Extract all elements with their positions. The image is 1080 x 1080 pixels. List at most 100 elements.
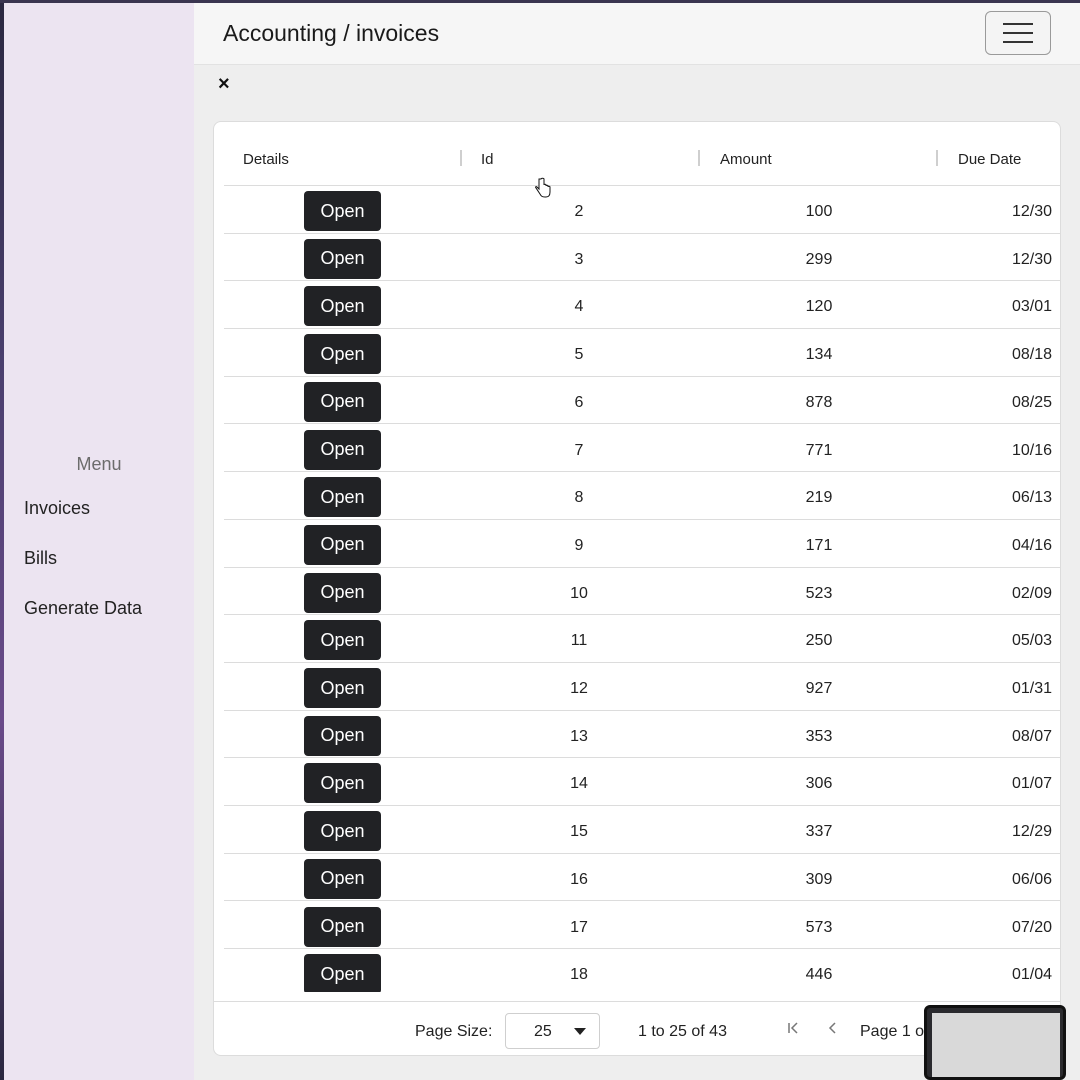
page-title: Accounting / invoices [223,20,440,46]
sidebar-item-invoices[interactable]: Invoices [24,498,90,519]
cell-due-date: 08/25 [1012,393,1053,411]
open-button[interactable]: Open [304,477,381,518]
open-button[interactable]: Open [304,381,381,422]
row-range-text: 1 to 25 of 43 [638,1023,727,1040]
open-button[interactable]: Open [304,620,381,661]
table-row: Open 8 219 06/13 [224,472,1060,520]
cell-id: 18 [570,966,588,984]
cell-amount: 309 [805,870,833,888]
cell-due-date: 06/13 [1012,489,1053,507]
cell-id: 7 [574,441,584,459]
cell-amount: 250 [805,632,833,650]
cell-id: 16 [570,870,588,888]
first-page-icon[interactable] [787,1019,801,1040]
hamburger-menu-icon [1003,32,1033,34]
table-row: Open 4 120 03/01 [224,281,1060,330]
cell-due-date: 05/03 [1012,632,1053,650]
open-button[interactable]: Open [304,572,381,613]
cell-id: 12 [570,680,588,697]
cell-due-date: 01/07 [1012,775,1053,793]
cell-id: 6 [574,393,584,411]
page-size-value: 25 [534,1023,552,1040]
menu-title: Menu [76,454,122,474]
cell-id: 3 [574,250,584,268]
cell-amount: 120 [805,298,833,316]
cell-amount: 523 [805,584,833,602]
cell-due-date: 10/16 [1012,441,1053,459]
table-row: Open 10 523 02/09 [224,568,1060,616]
table-row: Open 5 134 08/18 [224,329,1060,377]
cell-amount: 134 [805,346,833,364]
thumbnail-preview [932,1013,1060,1077]
cell-id: 13 [570,727,588,745]
cell-id: 15 [570,823,588,841]
cell-id: 2 [574,203,584,220]
column-header-amount[interactable]: Amount [720,151,772,168]
cell-id: 4 [574,298,584,316]
cell-due-date: 08/07 [1012,727,1053,745]
open-button[interactable]: Open [304,954,381,992]
cell-due-date: 12/29 [1012,823,1053,841]
cell-amount: 446 [805,966,833,984]
page-size-select[interactable]: 25 [505,1013,600,1049]
table-row: Open 9 171 04/16 [224,520,1060,568]
open-button[interactable]: Open [304,238,381,279]
column-resize-handle[interactable] [698,150,700,166]
screen-thumbnail [924,1005,1066,1080]
previous-page-icon[interactable] [826,1019,840,1040]
cell-amount: 771 [805,441,833,459]
sidebar-item-generate-data[interactable]: Generate Data [24,598,142,619]
sidebar-item-bills[interactable]: Bills [24,548,57,569]
open-button[interactable]: Open [304,858,381,899]
cell-due-date: 01/04 [1012,966,1053,984]
open-button[interactable]: Open [304,668,381,708]
cell-amount: 927 [805,680,833,697]
column-header-due-date[interactable]: Due Date [958,151,1021,168]
column-resize-handle[interactable] [936,150,938,166]
open-button[interactable]: Open [304,334,381,375]
close-icon[interactable]: × [218,73,230,96]
open-button[interactable]: Open [304,429,381,470]
cell-id: 8 [574,489,584,507]
cell-id: 10 [570,584,588,602]
table-row: Open 15 337 12/29 [224,806,1060,854]
column-header-id[interactable]: Id [481,151,494,168]
invoices-grid: Details Id Amount Due Date Open 2 100 12/30… [213,121,1061,1056]
cell-amount: 219 [805,489,833,507]
cell-due-date: 12/30 [1012,203,1053,220]
open-button[interactable]: Open [304,191,381,231]
cell-id: 9 [574,536,584,554]
open-button[interactable]: Open [304,763,381,804]
cell-due-date: 04/16 [1012,536,1053,554]
page-size-label: Page Size: [415,1023,493,1040]
table-row: Open 11 250 05/03 [224,615,1060,663]
table-row: Open 7 771 10/16 [224,425,1060,473]
cell-id: 14 [570,775,588,793]
open-button[interactable]: Open [304,906,381,947]
open-button[interactable]: Open [304,286,381,327]
hamburger-menu-button[interactable] [985,11,1051,55]
table-row: Open 6 878 08/25 [224,377,1060,425]
hamburger-menu-icon [1003,41,1033,43]
cell-due-date: 03/01 [1012,298,1053,316]
sidebar: Menu Invoices Bills Generate Data [4,3,194,1080]
cell-amount: 306 [805,775,833,793]
table-row: Open 16 309 06/06 [224,854,1060,902]
cell-due-date: 06/06 [1012,870,1053,888]
grid-rows: Open 2 100 12/30 Open 3 299 12/30 Open 4 120 03/01 O… [224,186,1060,992]
column-resize-handle[interactable] [460,150,462,166]
table-row: Open 12 927 01/31 [224,663,1060,711]
page-indicator: Page 1 o [860,1023,925,1040]
main-content: Accounting / invoices × Details Id Amoun… [194,3,1080,1080]
open-button[interactable]: Open [304,524,381,565]
cell-amount: 299 [805,250,833,268]
cell-id: 17 [570,918,588,936]
open-button[interactable]: Open [304,811,381,852]
table-row: Open 17 573 07/20 [224,902,1060,950]
top-bar: Accounting / invoices [194,3,1080,65]
table-row: Open 3 299 12/30 [224,234,1060,282]
open-button[interactable]: Open [304,715,381,756]
cell-due-date: 02/09 [1012,584,1053,602]
grid-header: Details Id Amount Due Date [224,122,1060,186]
column-header-details[interactable]: Details [243,151,289,168]
